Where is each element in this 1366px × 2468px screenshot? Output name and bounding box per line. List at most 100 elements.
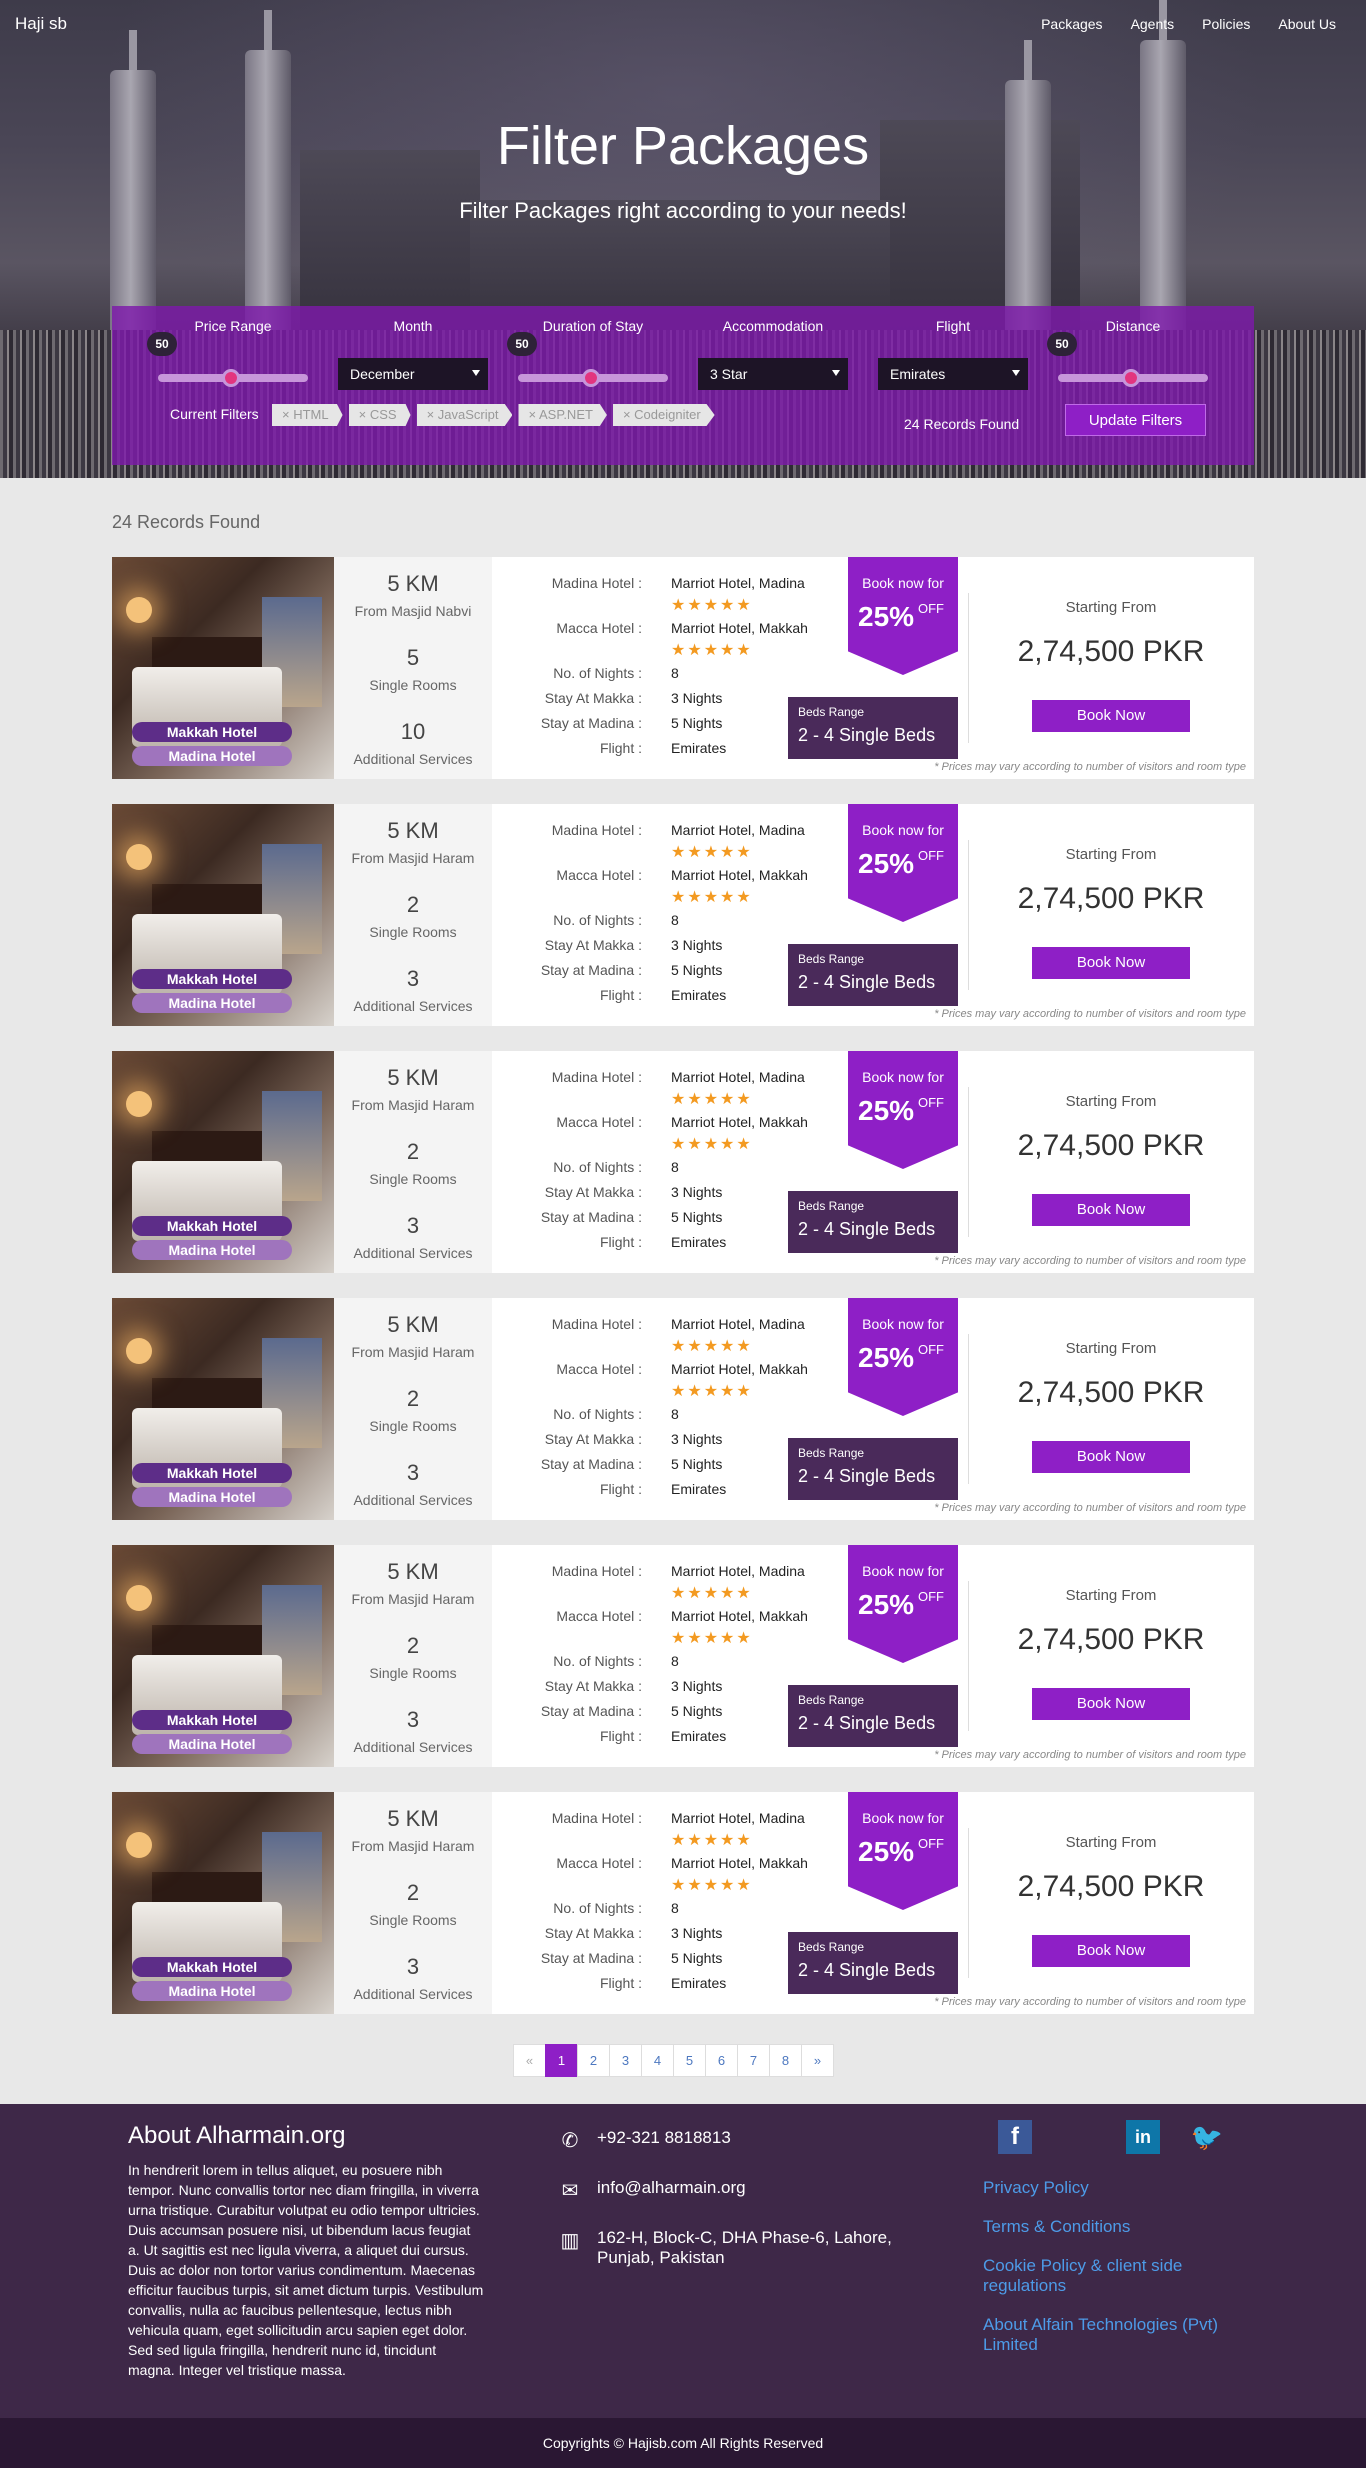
package-price: 2,74,500 PKR	[1017, 1623, 1205, 1656]
flight-select[interactable]: Emirates	[878, 358, 1028, 390]
facebook-icon[interactable]: f	[998, 2120, 1032, 2154]
pagination-page[interactable]: 6	[705, 2044, 738, 2077]
makkah-hotel-badge[interactable]: Makkah Hotel	[132, 969, 292, 989]
book-now-button[interactable]: Book Now	[1032, 1935, 1190, 1967]
month-select[interactable]: December	[338, 358, 488, 390]
package-price: 2,74,500 PKR	[1017, 635, 1205, 668]
discount-off-label: OFF	[918, 601, 944, 616]
madina-hotel-name: Marriot Hotel, Madina	[671, 822, 805, 838]
book-now-button[interactable]: Book Now	[1032, 1441, 1190, 1473]
nav-policies[interactable]: Policies	[1202, 16, 1250, 32]
brand-logo[interactable]: Haji sb	[15, 14, 67, 34]
filter-tag[interactable]: × ASP.NET	[518, 404, 607, 426]
madina-hotel-badge[interactable]: Madina Hotel	[132, 1487, 292, 1507]
nav-about-us[interactable]: About Us	[1278, 16, 1336, 32]
beds-range-box: Beds Range 2 - 4 Single Beds	[788, 697, 958, 759]
envelope-icon: ✉	[561, 2180, 579, 2202]
makkah-hotel-badge[interactable]: Makkah Hotel	[132, 1463, 292, 1483]
update-filters-button[interactable]: Update Filters	[1065, 404, 1206, 436]
footer-phone[interactable]: +92-321 8818813	[597, 2128, 937, 2148]
hotel-room-image: Makkah Hotel Madina Hotel	[112, 1792, 334, 2014]
hotel-room-image: Makkah Hotel Madina Hotel	[112, 1298, 334, 1520]
book-now-button[interactable]: Book Now	[1032, 1688, 1190, 1720]
distance-slider[interactable]	[1058, 369, 1208, 387]
page-subtitle: Filter Packages right according to your …	[459, 198, 907, 223]
macca-hotel-label: Macca Hotel :	[556, 1114, 642, 1130]
pagination-page[interactable]: 1	[545, 2044, 578, 2077]
footer-link-terms[interactable]: Terms & Conditions	[983, 2217, 1253, 2237]
beds-range-box: Beds Range 2 - 4 Single Beds	[788, 1191, 958, 1253]
filter-panel: Price Range Month Duration of Stay Accom…	[112, 306, 1254, 465]
nav-packages[interactable]: Packages	[1041, 16, 1102, 32]
filter-tag[interactable]: × HTML	[272, 404, 343, 426]
macca-hotel-name: Marriot Hotel, Makkah	[671, 1114, 808, 1130]
pagination-page[interactable]: 2	[577, 2044, 610, 2077]
slider-handle[interactable]	[222, 369, 240, 387]
pagination-page[interactable]: 3	[609, 2044, 642, 2077]
footer-link-privacy[interactable]: Privacy Policy	[983, 2178, 1253, 2198]
macca-hotel-label: Macca Hotel :	[556, 867, 642, 883]
accommodation-select[interactable]: 3 Star	[698, 358, 848, 390]
madina-hotel-badge[interactable]: Madina Hotel	[132, 1240, 292, 1260]
makkah-hotel-badge[interactable]: Makkah Hotel	[132, 722, 292, 742]
discount-ribbon: Book now for 25% OFF	[848, 1298, 958, 1416]
madina-hotel-badge[interactable]: Madina Hotel	[132, 1981, 292, 2001]
distance-value: 5 KM	[387, 1065, 439, 1090]
distance-summary: 5 KM From Masjid Haram 2 Single Rooms 3 …	[334, 1545, 492, 1767]
filter-tag[interactable]: × CSS	[348, 404, 411, 426]
nav-agents[interactable]: Agents	[1131, 16, 1175, 32]
twitter-icon[interactable]: 🐦	[1190, 2120, 1224, 2154]
pagination-page[interactable]: 7	[737, 2044, 770, 2077]
madina-hotel-badge[interactable]: Madina Hotel	[132, 1734, 292, 1754]
book-now-button[interactable]: Book Now	[1032, 700, 1190, 732]
pagination-page[interactable]: 5	[673, 2044, 706, 2077]
nights-label: No. of Nights :	[553, 1159, 642, 1175]
records-found-heading: 24 Records Found	[112, 512, 261, 532]
footer: About Alharmain.org In hendrerit lorem i…	[0, 2104, 1366, 2418]
pagination-page[interactable]: 8	[769, 2044, 802, 2077]
stay-makka-label: Stay At Makka :	[544, 1925, 642, 1941]
starting-from-label: Starting From	[1065, 1093, 1157, 1110]
discount-value: 25%	[858, 1342, 915, 1373]
services-count: 10	[400, 719, 426, 744]
filter-tag[interactable]: × Codeigniter	[612, 404, 715, 426]
slider-handle[interactable]	[582, 369, 600, 387]
macca-hotel-label: Macca Hotel :	[556, 1855, 642, 1871]
distance-value: 50	[1047, 332, 1077, 356]
pagination-page[interactable]: 4	[641, 2044, 674, 2077]
flight-label: Flight :	[599, 1481, 642, 1497]
flight-label: Flight :	[599, 740, 642, 756]
makkah-hotel-badge[interactable]: Makkah Hotel	[132, 1710, 292, 1730]
price-range-slider[interactable]	[158, 369, 308, 387]
makkah-hotel-badge[interactable]: Makkah Hotel	[132, 1957, 292, 1977]
makkah-hotel-badge[interactable]: Makkah Hotel	[132, 1216, 292, 1236]
beds-range-label: Beds Range	[798, 1940, 865, 1954]
pagination-next[interactable]: »	[801, 2044, 834, 2077]
macca-hotel-label: Macca Hotel :	[556, 620, 642, 636]
nights-label: No. of Nights :	[553, 1653, 642, 1669]
rooms-count: 2	[406, 1139, 420, 1164]
rooms-count: 2	[406, 1386, 420, 1411]
discount-value: 25%	[858, 1836, 915, 1867]
pagination-prev[interactable]: «	[513, 2044, 546, 2077]
madina-hotel-badge[interactable]: Madina Hotel	[132, 993, 292, 1013]
duration-slider[interactable]	[518, 369, 668, 387]
filter-tag[interactable]: × JavaScript	[416, 404, 513, 426]
services-label: Additional Services	[353, 1986, 473, 2002]
book-now-button[interactable]: Book Now	[1032, 1194, 1190, 1226]
discount-ribbon: Book now for 25% OFF	[848, 804, 958, 922]
footer-link-cookie[interactable]: Cookie Policy & client side regulations	[983, 2256, 1253, 2296]
hero-banner: Haji sb Packages Agents Policies About U…	[0, 0, 1366, 478]
book-now-button[interactable]: Book Now	[1032, 947, 1190, 979]
nights-value: 8	[671, 665, 679, 681]
stay-makka-label: Stay At Makka :	[544, 1184, 642, 1200]
footer-link-about-alfain[interactable]: About Alfain Technologies (Pvt) Limited	[983, 2315, 1253, 2355]
linkedin-icon[interactable]: in	[1126, 2120, 1160, 2154]
footer-about-title: About Alharmain.org	[128, 2122, 346, 2149]
services-count: 3	[406, 1460, 420, 1485]
flight-label: Flight :	[599, 987, 642, 1003]
footer-email[interactable]: info@alharmain.org	[597, 2178, 937, 2198]
slider-handle[interactable]	[1122, 369, 1140, 387]
discount-ribbon: Book now for 25% OFF	[848, 1545, 958, 1663]
madina-hotel-badge[interactable]: Madina Hotel	[132, 746, 292, 766]
